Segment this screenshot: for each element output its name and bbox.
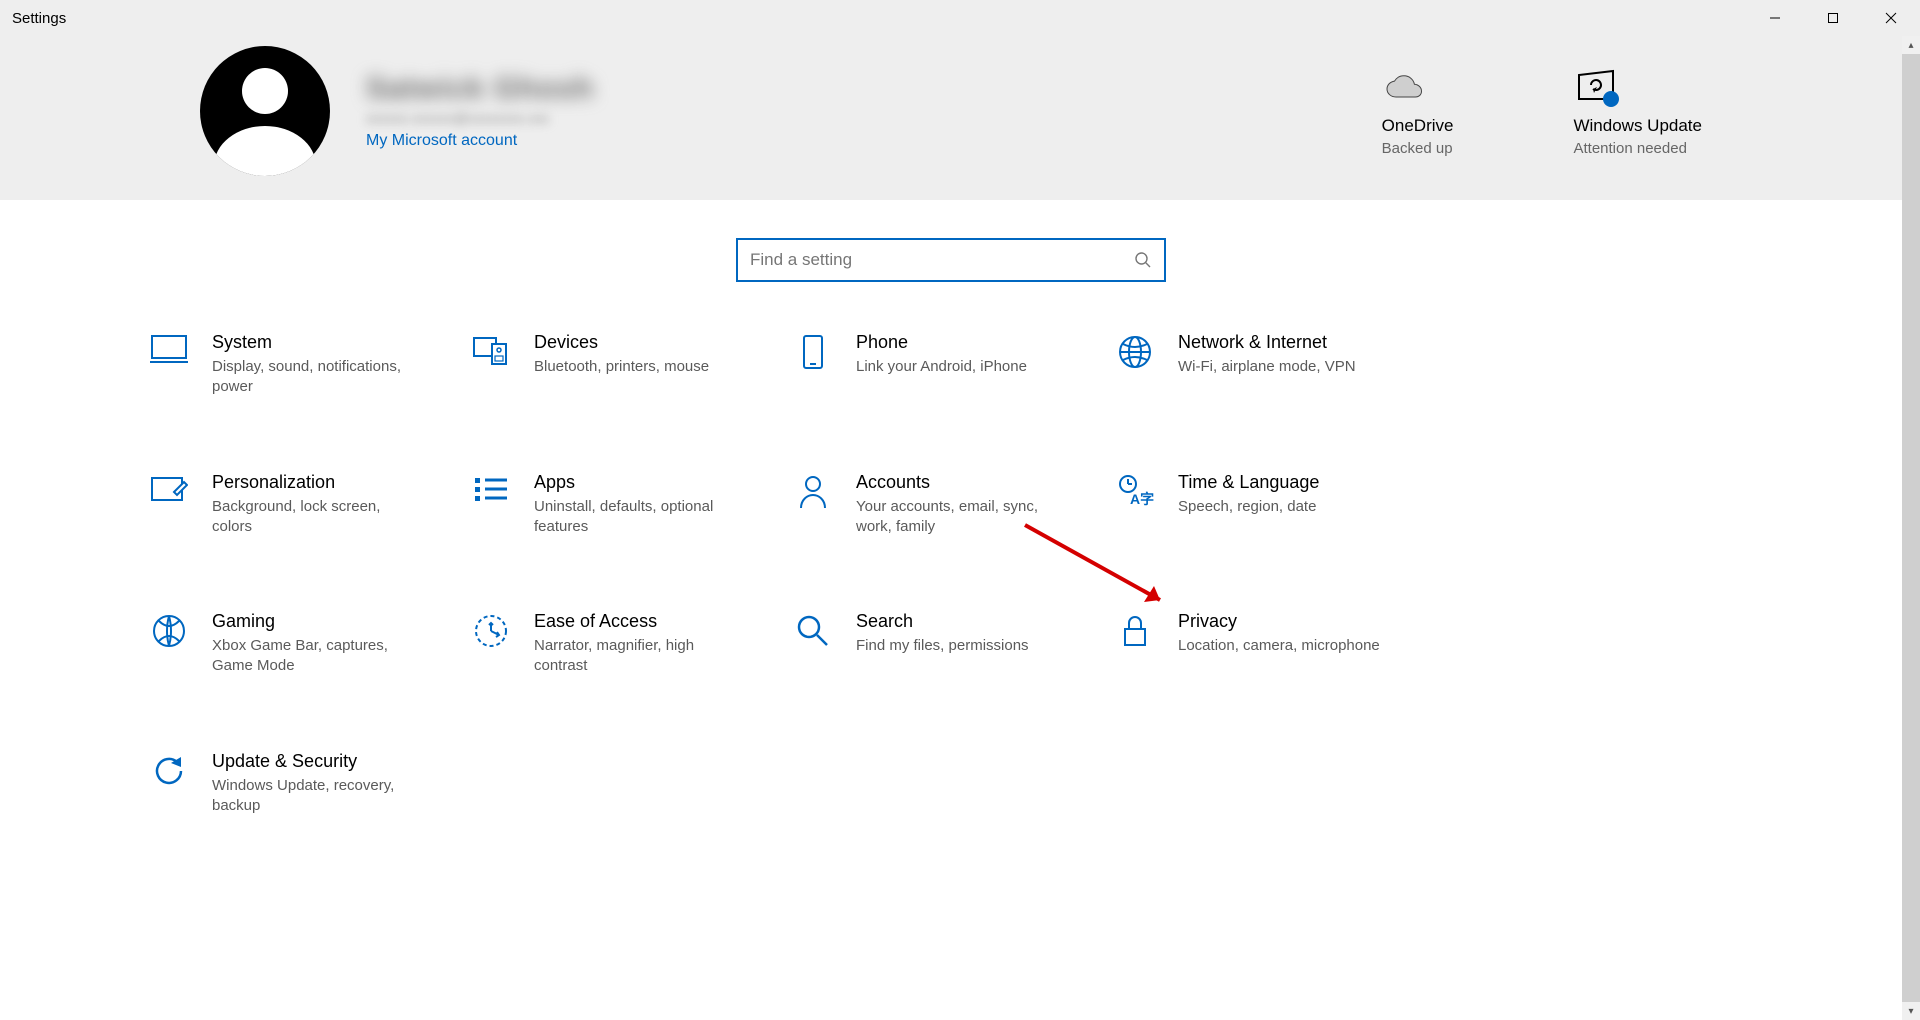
category-title: Privacy [1178, 611, 1380, 632]
category-gaming[interactable]: Gaming Xbox Game Bar, captures, Game Mode [148, 611, 468, 677]
time-language-icon: A字 [1114, 472, 1156, 508]
category-sub: Windows Update, recovery, backup [212, 776, 422, 817]
category-grid: System Display, sound, notifications, pow… [148, 332, 1438, 816]
user-email: xxxxxx.xxxxxx@xxxxxxxx.xxx [366, 110, 594, 126]
svg-text:A字: A字 [1130, 491, 1154, 507]
category-sub: Link your Android, iPhone [856, 357, 1027, 377]
category-personalization[interactable]: Personalization Background, lock screen, … [148, 472, 468, 538]
update-security-icon [148, 751, 190, 789]
category-title: Personalization [212, 472, 422, 493]
onedrive-title: OneDrive [1382, 116, 1454, 136]
category-title: System [212, 332, 422, 353]
accounts-icon [792, 472, 834, 510]
my-microsoft-account-link[interactable]: My Microsoft account [366, 132, 594, 150]
phone-icon [792, 332, 834, 370]
onedrive-status: Backed up [1382, 140, 1454, 157]
window-controls [1746, 0, 1920, 36]
category-sub: Xbox Game Bar, captures, Game Mode [212, 636, 422, 677]
user-avatar-icon[interactable] [200, 46, 330, 176]
category-devices[interactable]: Devices Bluetooth, printers, mouse [470, 332, 790, 398]
content-area: Satwick Ghosh xxxxxx.xxxxxx@xxxxxxxx.xxx… [0, 36, 1902, 1020]
onedrive-card[interactable]: OneDrive Backed up [1382, 66, 1454, 157]
window-title: Settings [12, 10, 66, 27]
search-row [0, 200, 1902, 332]
category-sub: Narrator, magnifier, high contrast [534, 636, 744, 677]
cloud-icon [1382, 66, 1454, 112]
category-sub: Find my files, permissions [856, 636, 1029, 656]
user-text-block: Satwick Ghosh xxxxxx.xxxxxx@xxxxxxxx.xxx… [366, 72, 594, 150]
category-network[interactable]: Network & Internet Wi-Fi, airplane mode, … [1114, 332, 1434, 398]
category-sub: Background, lock screen, colors [212, 497, 422, 538]
category-sub: Display, sound, notifications, power [212, 357, 422, 398]
vertical-scrollbar[interactable]: ▴ ▾ [1902, 36, 1920, 1020]
minimize-button[interactable] [1746, 0, 1804, 36]
system-icon [148, 332, 190, 364]
windows-update-title: Windows Update [1573, 116, 1702, 136]
category-update-security[interactable]: Update & Security Windows Update, recover… [148, 751, 468, 817]
search-icon [1134, 251, 1152, 269]
windows-update-card[interactable]: Windows Update Attention needed [1573, 66, 1702, 157]
category-title: Time & Language [1178, 472, 1319, 493]
category-accounts[interactable]: Accounts Your accounts, email, sync, work… [792, 472, 1112, 538]
category-title: Apps [534, 472, 744, 493]
ease-of-access-icon [470, 611, 512, 649]
category-system[interactable]: System Display, sound, notifications, pow… [148, 332, 468, 398]
search-input[interactable] [750, 250, 1126, 270]
privacy-icon [1114, 611, 1156, 649]
apps-icon [470, 472, 512, 504]
devices-icon [470, 332, 512, 366]
category-apps[interactable]: Apps Uninstall, defaults, optional featur… [470, 472, 790, 538]
category-search[interactable]: Search Find my files, permissions [792, 611, 1112, 677]
category-title: Phone [856, 332, 1027, 353]
close-button[interactable] [1862, 0, 1920, 36]
category-title: Accounts [856, 472, 1066, 493]
category-title: Search [856, 611, 1029, 632]
scroll-track[interactable] [1902, 54, 1920, 1002]
category-title: Ease of Access [534, 611, 744, 632]
category-sub: Bluetooth, printers, mouse [534, 357, 709, 377]
gaming-icon [148, 611, 190, 649]
maximize-button[interactable] [1804, 0, 1862, 36]
category-phone[interactable]: Phone Link your Android, iPhone [792, 332, 1112, 398]
scroll-up-icon[interactable]: ▴ [1902, 36, 1920, 54]
scroll-down-icon[interactable]: ▾ [1902, 1002, 1920, 1020]
windows-update-status: Attention needed [1573, 140, 1702, 157]
account-hero: Satwick Ghosh xxxxxx.xxxxxx@xxxxxxxx.xxx… [0, 36, 1902, 200]
category-ease-of-access[interactable]: Ease of Access Narrator, magnifier, high … [470, 611, 790, 677]
category-sub: Speech, region, date [1178, 497, 1319, 517]
category-sub: Uninstall, defaults, optional features [534, 497, 744, 538]
category-time-language[interactable]: A字 Time & Language Speech, region, date [1114, 472, 1434, 538]
category-title: Network & Internet [1178, 332, 1356, 353]
category-title: Devices [534, 332, 709, 353]
personalization-icon [148, 472, 190, 506]
user-name: Satwick Ghosh [366, 72, 594, 106]
search-box[interactable] [736, 238, 1166, 282]
category-privacy[interactable]: Privacy Location, camera, microphone [1114, 611, 1434, 677]
category-sub: Wi-Fi, airplane mode, VPN [1178, 357, 1356, 377]
update-icon [1573, 66, 1702, 112]
globe-icon [1114, 332, 1156, 370]
category-sub: Your accounts, email, sync, work, family [856, 497, 1066, 538]
category-title: Gaming [212, 611, 422, 632]
titlebar: Settings [0, 0, 1920, 36]
category-sub: Location, camera, microphone [1178, 636, 1380, 656]
search-category-icon [792, 611, 834, 649]
category-title: Update & Security [212, 751, 422, 772]
